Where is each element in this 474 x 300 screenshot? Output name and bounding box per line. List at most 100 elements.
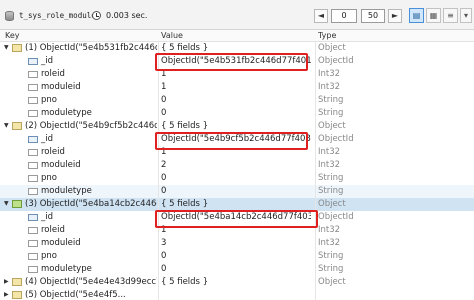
field-value[interactable]: 0 <box>161 95 311 105</box>
field-row[interactable]: moduletype 0 String <box>0 263 474 276</box>
field-key: moduletype <box>41 186 92 196</box>
text-view-icon[interactable]: ≡ <box>443 8 458 23</box>
document-type: Object <box>318 43 346 53</box>
document-key: (3) ObjectId("5e4ba14cb2c446d7... <box>25 199 157 209</box>
prev-page-button[interactable]: ◄ <box>314 9 328 23</box>
document-summary: { 5 fields } <box>161 121 209 131</box>
tree-view-icon[interactable]: ▤ <box>409 8 424 23</box>
value-column-header[interactable]: Value <box>161 31 183 40</box>
field-key: pno <box>41 251 57 261</box>
key-column-header[interactable]: Key <box>5 31 20 40</box>
field-key: roleid <box>41 225 65 235</box>
field-type: Int32 <box>318 82 341 92</box>
field-icon <box>28 266 38 273</box>
column-divider[interactable] <box>315 42 316 300</box>
field-row[interactable]: _id ObjectId("5e4ba14cb2c446d77f403e0c")… <box>0 211 474 224</box>
toolbar: t_sys_role_module 0.003 sec. ◄ 0 50 ► ▤ … <box>0 0 474 30</box>
field-row[interactable]: roleid 1 Int32 <box>0 224 474 237</box>
document-icon <box>12 278 22 286</box>
field-row[interactable]: pno 0 String <box>0 94 474 107</box>
field-value[interactable]: ObjectId("5e4ba14cb2c446d77f403e0c") <box>161 212 311 222</box>
field-row[interactable]: moduletype 0 String <box>0 185 474 198</box>
field-value[interactable]: 1 <box>161 69 311 79</box>
field-row[interactable]: moduleid 3 Int32 <box>0 237 474 250</box>
field-value[interactable]: ObjectId("5e4b9cf5b2c446d77f403ace") <box>161 134 311 144</box>
collapse-icon[interactable]: ▼ <box>4 201 11 208</box>
field-row[interactable]: _id ObjectId("5e4b531fb2c446d77f401cc5")… <box>0 55 474 68</box>
expand-icon[interactable]: ▶ <box>4 279 11 286</box>
field-value[interactable]: 1 <box>161 147 311 157</box>
field-type: Int32 <box>318 69 341 79</box>
document-key: (4) ObjectId("5e4e4e43d99ecc7f... <box>25 277 157 287</box>
field-icon <box>28 149 38 156</box>
field-row[interactable]: moduleid 2 Int32 <box>0 159 474 172</box>
objectid-field-icon <box>28 214 38 221</box>
field-type: String <box>318 95 344 105</box>
document-key: (2) ObjectId("5e4b9cf5b2c446d7... <box>25 121 157 131</box>
document-row[interactable]: ▼ (2) ObjectId("5e4b9cf5b2c446d7... { 5 … <box>0 120 474 133</box>
field-value[interactable]: 0 <box>161 173 311 183</box>
field-type: Int32 <box>318 160 341 170</box>
field-row[interactable]: moduleid 1 Int32 <box>0 81 474 94</box>
document-summary: { 5 fields } <box>161 199 209 209</box>
column-divider[interactable] <box>158 42 159 300</box>
field-type: Int32 <box>318 225 341 235</box>
field-value[interactable]: 1 <box>161 82 311 92</box>
field-key: moduletype <box>41 264 92 274</box>
document-type: Object <box>318 121 346 131</box>
document-row[interactable]: ▶ (4) ObjectId("5e4e4e43d99ecc7f... { 5 … <box>0 276 474 289</box>
field-icon <box>28 227 38 234</box>
document-row[interactable]: ▼ (1) ObjectId("5e4b531fb2c446d7... { 5 … <box>0 42 474 55</box>
field-icon <box>28 162 38 169</box>
field-row[interactable]: roleid 1 Int32 <box>0 146 474 159</box>
field-type: String <box>318 251 344 261</box>
document-summary: { 5 fields } <box>161 277 209 287</box>
type-column-header[interactable]: Type <box>318 31 336 40</box>
field-type: ObjectId <box>318 134 354 144</box>
field-icon <box>28 188 38 195</box>
skip-input[interactable]: 0 <box>331 9 357 23</box>
tree-grid: ▼ (1) ObjectId("5e4b531fb2c446d7... { 5 … <box>0 42 474 300</box>
field-row[interactable]: roleid 1 Int32 <box>0 68 474 81</box>
table-view-icon[interactable]: ▦ <box>426 8 441 23</box>
field-value[interactable]: 3 <box>161 238 311 248</box>
field-value[interactable]: 1 <box>161 225 311 235</box>
document-icon <box>12 44 22 52</box>
collapse-icon[interactable]: ▼ <box>4 123 11 130</box>
document-row[interactable]: ▼ (3) ObjectId("5e4ba14cb2c446d7... { 5 … <box>0 198 474 211</box>
more-options-icon[interactable]: ▾ <box>460 8 472 23</box>
field-value[interactable]: 0 <box>161 186 311 196</box>
field-row[interactable]: moduletype 0 String <box>0 107 474 120</box>
document-icon <box>12 200 22 208</box>
field-key: moduleid <box>41 82 81 92</box>
field-key: _id <box>41 56 54 66</box>
field-icon <box>28 175 38 182</box>
field-value[interactable]: 0 <box>161 251 311 261</box>
expand-icon[interactable]: ▶ <box>4 292 11 299</box>
field-key: moduletype <box>41 108 92 118</box>
document-icon <box>12 122 22 130</box>
field-row[interactable]: _id ObjectId("5e4b9cf5b2c446d77f403ace")… <box>0 133 474 146</box>
limit-input[interactable]: 50 <box>361 9 385 23</box>
next-page-button[interactable]: ► <box>388 9 402 23</box>
collapse-icon[interactable]: ▼ <box>4 45 11 52</box>
document-key: (1) ObjectId("5e4b531fb2c446d7... <box>25 43 157 53</box>
field-icon <box>28 240 38 247</box>
document-row[interactable]: ▶ (5) ObjectId("5e4e4f5... <box>0 289 474 300</box>
field-value[interactable]: 0 <box>161 108 311 118</box>
collection-name[interactable]: t_sys_role_module <box>19 11 96 20</box>
objectid-field-icon <box>28 58 38 65</box>
collection-icon <box>5 11 14 21</box>
field-value[interactable]: ObjectId("5e4b531fb2c446d77f401cc5") <box>161 56 311 66</box>
field-type: ObjectId <box>318 56 354 66</box>
document-type: Object <box>318 277 346 287</box>
field-value[interactable]: 0 <box>161 264 311 274</box>
field-row[interactable]: pno 0 String <box>0 250 474 263</box>
document-icon <box>12 291 22 299</box>
field-key: moduleid <box>41 238 81 248</box>
field-row[interactable]: pno 0 String <box>0 172 474 185</box>
field-type: Int32 <box>318 147 341 157</box>
field-value[interactable]: 2 <box>161 160 311 170</box>
field-key: roleid <box>41 147 65 157</box>
field-key: pno <box>41 95 57 105</box>
